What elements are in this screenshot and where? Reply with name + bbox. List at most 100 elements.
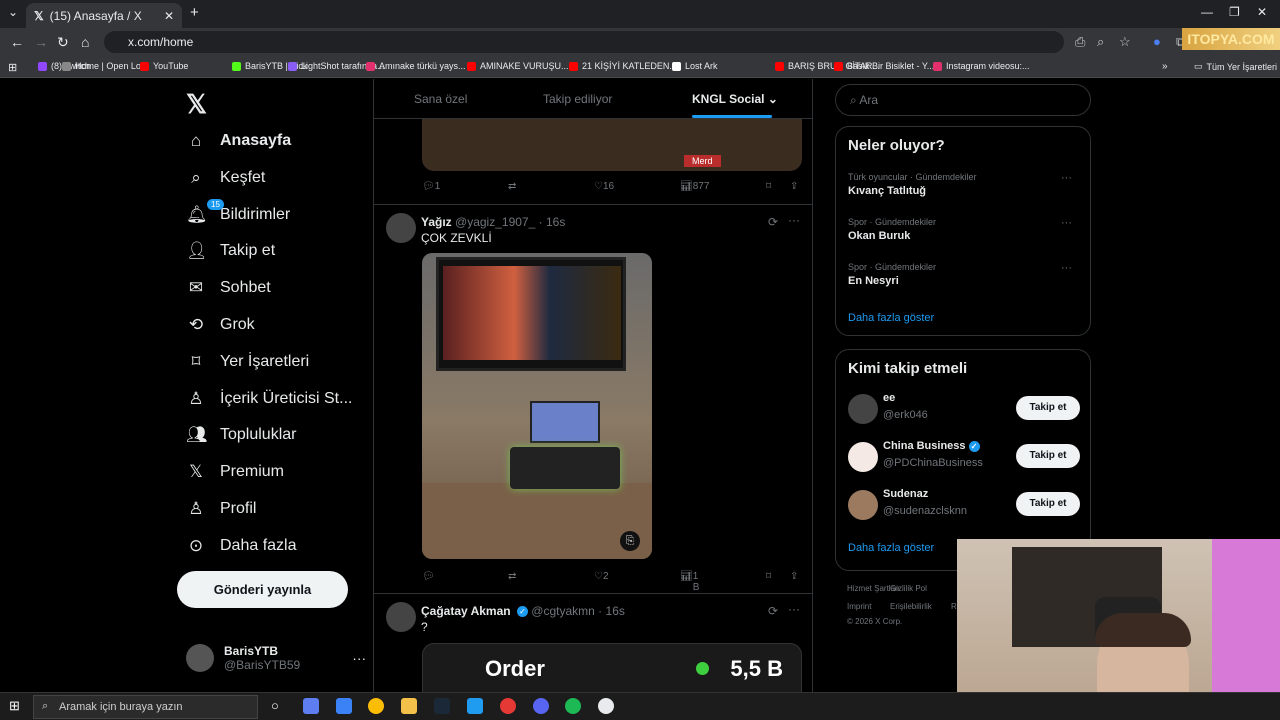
taskbar-app-icon[interactable] — [467, 698, 483, 714]
reload-icon[interactable]: ↻ — [57, 34, 69, 51]
post-author[interactable]: Yağız — [421, 215, 452, 229]
forward-icon[interactable]: → — [34, 34, 48, 50]
steam-icon[interactable] — [434, 698, 450, 714]
bookmark-item[interactable]: Basık Bir Bisiklet - Y... — [834, 61, 934, 71]
post-image[interactable]: Order 5,5 B — [422, 643, 802, 692]
close-window-icon[interactable]: ✕ — [1257, 5, 1267, 19]
minimize-icon[interactable]: — — [1201, 5, 1213, 19]
suggested-account[interactable]: Sudenaz @sudenazclsknn Takip et — [848, 488, 1080, 522]
sidebar-item-4[interactable]: 👤︎ Takip et — [186, 237, 275, 265]
image-details-icon[interactable]: ⎘ — [620, 531, 640, 551]
taskbar-app-icon[interactable] — [303, 698, 319, 714]
taskbar-app-icon[interactable] — [336, 698, 352, 714]
cast-icon[interactable]: ⎙ — [1075, 34, 1085, 50]
chrome-taskbar-icon[interactable] — [368, 698, 384, 714]
home-page-icon[interactable]: ⌂ — [81, 34, 89, 50]
account-more-icon[interactable]: ··· — [352, 650, 366, 666]
suggested-account[interactable]: China Business ✓ @PDChinaBusiness Takip e… — [848, 440, 1080, 474]
like-button[interactable]: ♡ 2 — [594, 571, 609, 582]
suggested-avatar[interactable] — [848, 490, 878, 520]
file-explorer-icon[interactable] — [401, 698, 417, 714]
search-input[interactable]: ⌕ Ara — [835, 84, 1091, 116]
footer-accessibility[interactable]: Erişilebilirlik — [890, 602, 932, 611]
trend-more-icon[interactable]: ··· — [1061, 217, 1072, 229]
share-button[interactable]: ⇪ — [790, 181, 798, 192]
sidebar-item-8[interactable]: ♙ İçerik Üreticisi St... — [186, 385, 352, 413]
bookmark-item[interactable]: Lost Ark — [672, 61, 718, 71]
who-show-more[interactable]: Daha fazla göster — [848, 542, 934, 554]
tab-for-you[interactable]: Sana özel — [414, 92, 467, 106]
apps-icon[interactable]: ⊞ — [8, 61, 17, 74]
x-logo-icon[interactable]: 𝕏 — [186, 89, 207, 120]
bookmark-button[interactable]: ⌑ — [766, 181, 771, 192]
tab-search-icon[interactable]: ⌄ — [8, 5, 18, 19]
bookmark-item[interactable]: 21 KİŞİYİ KATLEDEN... — [569, 61, 677, 71]
taskbar-search-input[interactable]: ⌕ Aramak için buraya yazın — [33, 695, 258, 719]
post-more-icon[interactable]: ··· — [788, 602, 800, 616]
spotify-icon[interactable] — [565, 698, 581, 714]
bookmark-button[interactable]: ⌑ — [766, 571, 771, 582]
trend-more-icon[interactable]: ··· — [1061, 172, 1072, 184]
tab-kngl-social[interactable]: KNGL Social ⌄ — [692, 92, 778, 106]
post-more-icon[interactable]: ··· — [788, 213, 800, 227]
new-tab-icon[interactable]: + — [190, 4, 199, 21]
sidebar-item-11[interactable]: ♙ Profil — [186, 495, 256, 523]
back-icon[interactable]: ← — [10, 34, 24, 50]
post-button[interactable]: Gönderi yayınla — [177, 571, 348, 608]
url-field[interactable]: x.com/home — [104, 31, 1064, 53]
extension-icon[interactable]: ● — [1153, 34, 1161, 49]
post-author[interactable]: Çağatay Akman — [421, 604, 511, 618]
sidebar-item-9[interactable]: 👥︎ Topluluklar — [186, 421, 296, 449]
post-time[interactable]: 16s — [606, 604, 625, 618]
post-handle[interactable]: @yagiz_1907_ — [455, 215, 535, 229]
suggested-account[interactable]: ee @erk046 Takip et — [848, 392, 1080, 426]
trend-item[interactable]: Türk oyuncular · Gündemdekiler Kıvanç Ta… — [848, 172, 1078, 197]
like-button[interactable]: ♡ 16 — [594, 181, 614, 192]
bookmark-item[interactable]: Home | Open Loot — [62, 61, 148, 71]
footer-privacy[interactable]: Gizlilik Pol — [890, 584, 927, 593]
follow-button[interactable]: Takip et — [1016, 396, 1080, 420]
discord-icon[interactable] — [533, 698, 549, 714]
sidebar-item-10[interactable]: 𝕏 Premium — [186, 458, 284, 486]
bookmark-item[interactable]: YouTube — [140, 61, 188, 71]
post-avatar[interactable] — [386, 602, 416, 632]
sidebar-item-5[interactable]: ✉ Sohbet — [186, 274, 271, 302]
reply-button[interactable]: 💬︎ 1 — [422, 181, 440, 192]
sidebar-item-3[interactable]: 🔔︎ 15 Bildirimler — [186, 198, 290, 229]
follow-button[interactable]: Takip et — [1016, 492, 1080, 516]
previous-post-image[interactable]: Merd — [422, 119, 802, 171]
repost-button[interactable]: ⇄ — [508, 571, 516, 582]
share-button[interactable]: ⇪ — [790, 571, 798, 582]
bookmark-item[interactable]: AMINAKE VURUŞU... — [467, 61, 569, 71]
restore-icon[interactable]: ❐ — [1229, 5, 1240, 19]
bookmark-item[interactable]: Amınake türkü yays... — [366, 61, 466, 71]
suggested-avatar[interactable] — [848, 442, 878, 472]
views-stat[interactable]: 📊︎ 1 B — [680, 571, 699, 593]
zoom-icon[interactable]: ⌕ — [1097, 34, 1104, 50]
tab-following[interactable]: Takip ediliyor — [543, 92, 612, 106]
sidebar-item-2[interactable]: ⌕ Keşfet — [186, 164, 265, 192]
sidebar-item-1[interactable]: ⌂ Anasayfa — [186, 127, 291, 155]
post-avatar[interactable] — [386, 213, 416, 243]
account-switcher[interactable]: BarisYTB @BarisYTB59 ··· — [186, 644, 366, 672]
sidebar-item-12[interactable]: ⊙ Daha fazla — [186, 532, 297, 560]
trend-item[interactable]: Spor · Gündemdekiler Okan Buruk ··· — [848, 217, 1078, 242]
cortana-icon[interactable]: ○ — [271, 698, 279, 713]
footer-imprint[interactable]: Imprint — [847, 602, 871, 611]
views-stat[interactable]: 📊︎ 877 — [680, 181, 709, 192]
trends-show-more[interactable]: Daha fazla göster — [848, 312, 934, 324]
follow-button[interactable]: Takip et — [1016, 444, 1080, 468]
bookmark-item[interactable]: Instagram videosu:... — [933, 61, 1030, 71]
browser-tab[interactable]: 𝕏 (15) Anasayfa / X ✕ — [26, 3, 182, 28]
trend-item[interactable]: Spor · Gündemdekiler En Nesyri ··· — [848, 262, 1078, 287]
suggested-avatar[interactable] — [848, 394, 878, 424]
grok-icon[interactable]: ⟳ — [768, 215, 778, 229]
obs-icon[interactable] — [500, 698, 516, 714]
chrome-active-icon[interactable] — [598, 698, 614, 714]
grok-icon[interactable]: ⟳ — [768, 604, 778, 618]
star-icon[interactable]: ☆ — [1119, 34, 1131, 50]
post-image[interactable]: ⎘ — [422, 253, 652, 559]
post-time[interactable]: 16s — [546, 215, 565, 229]
sidebar-item-7[interactable]: ⌑ Yer İşaretleri — [186, 348, 310, 376]
post-handle[interactable]: @cgtyakmn — [531, 604, 595, 618]
